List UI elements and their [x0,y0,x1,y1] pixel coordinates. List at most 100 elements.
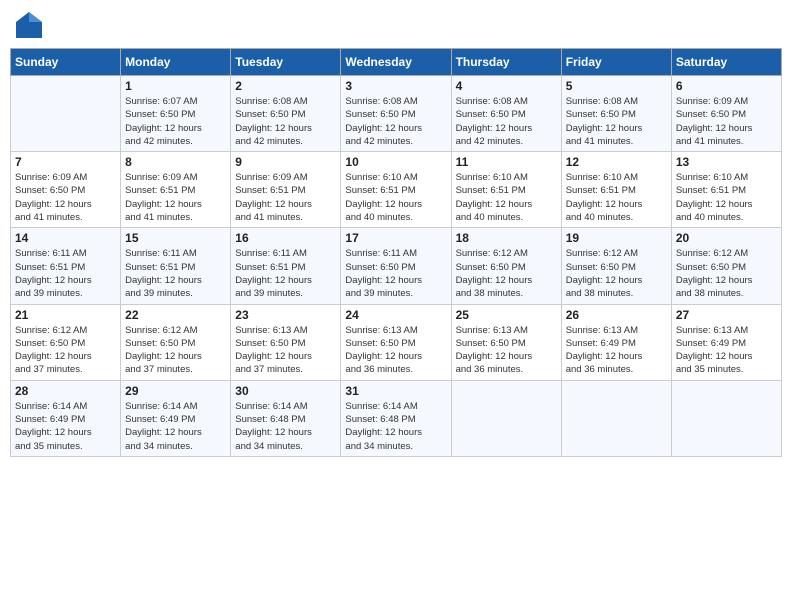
day-number: 5 [566,79,667,93]
day-info: Sunrise: 6:14 AMSunset: 6:48 PMDaylight:… [235,400,336,453]
day-info: Sunrise: 6:13 AMSunset: 6:49 PMDaylight:… [676,324,777,377]
day-number: 28 [15,384,116,398]
calendar-week-row: 28 Sunrise: 6:14 AMSunset: 6:49 PMDayligh… [11,380,782,456]
day-number: 18 [456,231,557,245]
calendar-cell: 12Sunrise: 6:10 AMSunset: 6:51 PMDayligh… [561,152,671,228]
day-info: Sunrise: 6:08 AMSunset: 6:50 PMDaylight:… [235,95,336,148]
day-number: 19 [566,231,667,245]
day-info: Sunrise: 6:09 AMSunset: 6:51 PMDaylight:… [235,171,336,224]
calendar-cell: 24Sunrise: 6:13 AMSunset: 6:50 PMDayligh… [341,304,451,380]
day-number: 3 [345,79,446,93]
day-info: Sunrise: 6:08 AMSunset: 6:50 PMDaylight:… [566,95,667,148]
day-info: Sunrise: 6:14 AMSunset: 6:48 PMDaylight:… [345,400,446,453]
calendar-cell [451,380,561,456]
calendar-cell: 21 Sunrise: 6:12 AMSunset: 6:50 PMDayligh… [11,304,121,380]
day-info: Sunrise: 6:12 AMSunset: 6:50 PMDaylight:… [456,247,557,300]
day-info: Sunrise: 6:09 AMSunset: 6:51 PMDaylight:… [125,171,226,224]
calendar-cell [671,380,781,456]
day-info: Sunrise: 6:13 AMSunset: 6:50 PMDaylight:… [235,324,336,377]
calendar-cell: 6Sunrise: 6:09 AMSunset: 6:50 PMDaylight… [671,76,781,152]
day-info: Sunrise: 6:12 AMSunset: 6:50 PMDaylight:… [15,324,116,377]
calendar-cell: 13Sunrise: 6:10 AMSunset: 6:51 PMDayligh… [671,152,781,228]
calendar-cell: 31Sunrise: 6:14 AMSunset: 6:48 PMDayligh… [341,380,451,456]
calendar-cell [561,380,671,456]
weekday-header-row: SundayMondayTuesdayWednesdayThursdayFrid… [11,49,782,76]
day-info: Sunrise: 6:11 AMSunset: 6:51 PMDaylight:… [235,247,336,300]
day-info: Sunrise: 6:14 AMSunset: 6:49 PMDaylight:… [125,400,226,453]
calendar-cell: 14 Sunrise: 6:11 AMSunset: 6:51 PMDayligh… [11,228,121,304]
day-number: 1 [125,79,226,93]
calendar-cell [11,76,121,152]
calendar-week-row: 7 Sunrise: 6:09 AMSunset: 6:50 PMDaylight… [11,152,782,228]
page-header [10,10,782,40]
calendar-cell: 11 Sunrise: 6:10 AMSunset: 6:51 PMDayligh… [451,152,561,228]
day-info: Sunrise: 6:14 AMSunset: 6:49 PMDaylight:… [15,400,116,453]
calendar-week-row: 14 Sunrise: 6:11 AMSunset: 6:51 PMDayligh… [11,228,782,304]
weekday-header-wednesday: Wednesday [341,49,451,76]
calendar-cell: 2 Sunrise: 6:08 AMSunset: 6:50 PMDaylight… [231,76,341,152]
calendar-cell: 27 Sunrise: 6:13 AMSunset: 6:49 PMDayligh… [671,304,781,380]
day-number: 30 [235,384,336,398]
day-number: 25 [456,308,557,322]
day-number: 15 [125,231,226,245]
calendar-week-row: 1 Sunrise: 6:07 AMSunset: 6:50 PMDaylight… [11,76,782,152]
day-number: 17 [345,231,446,245]
weekday-header-tuesday: Tuesday [231,49,341,76]
calendar-cell: 18 Sunrise: 6:12 AMSunset: 6:50 PMDayligh… [451,228,561,304]
day-number: 2 [235,79,336,93]
day-number: 21 [15,308,116,322]
day-info: Sunrise: 6:10 AMSunset: 6:51 PMDaylight:… [345,171,446,224]
day-number: 29 [125,384,226,398]
logo-icon [14,10,44,40]
calendar-cell: 15Sunrise: 6:11 AMSunset: 6:51 PMDayligh… [121,228,231,304]
calendar-cell: 10 Sunrise: 6:10 AMSunset: 6:51 PMDayligh… [341,152,451,228]
day-info: Sunrise: 6:13 AMSunset: 6:49 PMDaylight:… [566,324,667,377]
calendar-cell: 3 Sunrise: 6:08 AMSunset: 6:50 PMDaylight… [341,76,451,152]
day-number: 14 [15,231,116,245]
calendar-cell: 19 Sunrise: 6:12 AMSunset: 6:50 PMDayligh… [561,228,671,304]
weekday-header-sunday: Sunday [11,49,121,76]
day-info: Sunrise: 6:13 AMSunset: 6:50 PMDaylight:… [456,324,557,377]
day-number: 26 [566,308,667,322]
weekday-header-monday: Monday [121,49,231,76]
calendar-cell: 4 Sunrise: 6:08 AMSunset: 6:50 PMDaylight… [451,76,561,152]
day-number: 9 [235,155,336,169]
day-info: Sunrise: 6:10 AMSunset: 6:51 PMDaylight:… [456,171,557,224]
day-info: Sunrise: 6:09 AMSunset: 6:50 PMDaylight:… [676,95,777,148]
day-info: Sunrise: 6:07 AMSunset: 6:50 PMDaylight:… [125,95,226,148]
day-info: Sunrise: 6:12 AMSunset: 6:50 PMDaylight:… [566,247,667,300]
day-number: 4 [456,79,557,93]
day-number: 27 [676,308,777,322]
day-info: Sunrise: 6:11 AMSunset: 6:50 PMDaylight:… [345,247,446,300]
calendar-cell: 5 Sunrise: 6:08 AMSunset: 6:50 PMDaylight… [561,76,671,152]
day-number: 16 [235,231,336,245]
calendar-cell: 22Sunrise: 6:12 AMSunset: 6:50 PMDayligh… [121,304,231,380]
weekday-header-friday: Friday [561,49,671,76]
day-info: Sunrise: 6:10 AMSunset: 6:51 PMDaylight:… [676,171,777,224]
calendar-cell: 23 Sunrise: 6:13 AMSunset: 6:50 PMDayligh… [231,304,341,380]
day-info: Sunrise: 6:10 AMSunset: 6:51 PMDaylight:… [566,171,667,224]
day-number: 10 [345,155,446,169]
logo [14,10,48,40]
day-number: 20 [676,231,777,245]
day-info: Sunrise: 6:08 AMSunset: 6:50 PMDaylight:… [345,95,446,148]
calendar-cell: 20Sunrise: 6:12 AMSunset: 6:50 PMDayligh… [671,228,781,304]
calendar-cell: 17 Sunrise: 6:11 AMSunset: 6:50 PMDayligh… [341,228,451,304]
calendar-cell: 28 Sunrise: 6:14 AMSunset: 6:49 PMDayligh… [11,380,121,456]
day-number: 23 [235,308,336,322]
calendar-cell: 8 Sunrise: 6:09 AMSunset: 6:51 PMDaylight… [121,152,231,228]
weekday-header-saturday: Saturday [671,49,781,76]
day-info: Sunrise: 6:13 AMSunset: 6:50 PMDaylight:… [345,324,446,377]
day-number: 11 [456,155,557,169]
calendar-cell: 25 Sunrise: 6:13 AMSunset: 6:50 PMDayligh… [451,304,561,380]
day-info: Sunrise: 6:09 AMSunset: 6:50 PMDaylight:… [15,171,116,224]
weekday-header-thursday: Thursday [451,49,561,76]
calendar-cell: 30 Sunrise: 6:14 AMSunset: 6:48 PMDayligh… [231,380,341,456]
day-info: Sunrise: 6:11 AMSunset: 6:51 PMDaylight:… [15,247,116,300]
day-number: 7 [15,155,116,169]
day-number: 8 [125,155,226,169]
calendar-cell: 7 Sunrise: 6:09 AMSunset: 6:50 PMDaylight… [11,152,121,228]
day-info: Sunrise: 6:08 AMSunset: 6:50 PMDaylight:… [456,95,557,148]
calendar-cell: 1 Sunrise: 6:07 AMSunset: 6:50 PMDaylight… [121,76,231,152]
calendar-cell: 29 Sunrise: 6:14 AMSunset: 6:49 PMDayligh… [121,380,231,456]
